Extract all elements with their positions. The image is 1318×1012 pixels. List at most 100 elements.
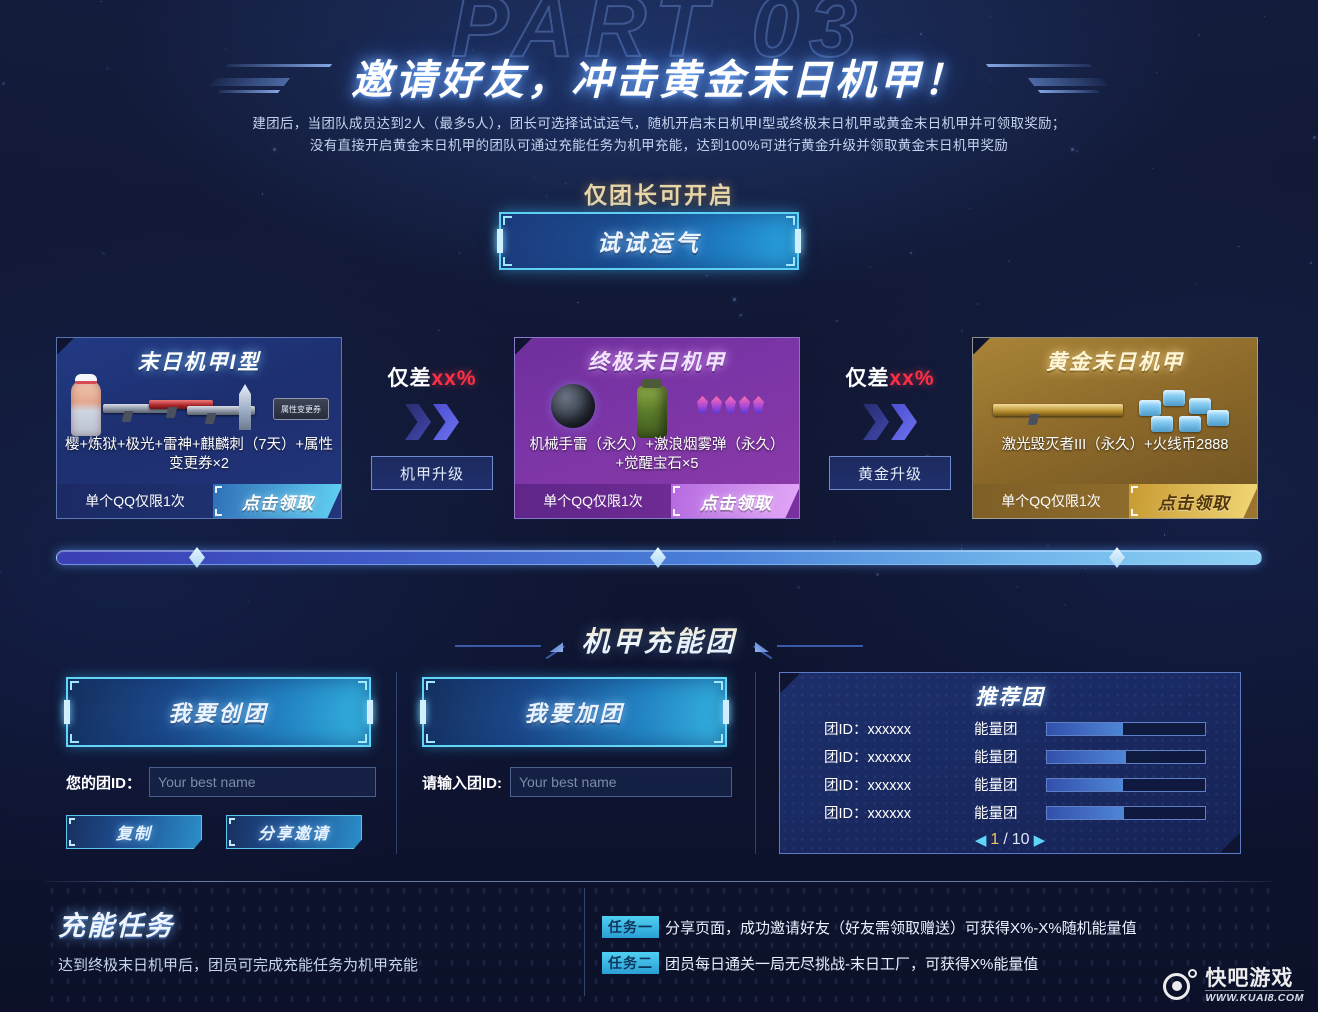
gap-prefix: 仅差 <box>845 367 890 390</box>
gap-value: xx% <box>431 367 477 390</box>
recommended-teams-title: 推荐团 <box>975 686 1045 709</box>
energy-bar <box>1046 749 1206 764</box>
recommended-teams-panel: 推荐团 团ID：xxxxxx 能量团 团ID：xxxxxx 能量团 团ID：xx… <box>779 672 1241 854</box>
watermark-name: 快吧游戏 <box>1205 967 1294 990</box>
claim-label: 点击领取 <box>700 493 772 513</box>
golden-upgrade-label: 黄金升级 <box>857 465 922 483</box>
join-team-id-input[interactable] <box>510 767 732 797</box>
description-line-1: 建团后，当团队成员达到2人（最多5人），团长可选择试试运气，随机开启末日机甲I型… <box>252 116 1066 131</box>
watermark: 快吧游戏 WWW.KUAI8.COM <box>1163 967 1304 1004</box>
claim-button[interactable]: 点击领取 <box>1129 484 1257 518</box>
team-id-value: 团ID：xxxxxx <box>824 778 911 794</box>
team-tag: 能量团 <box>974 806 1018 822</box>
recommended-team-row[interactable]: 团ID：xxxxxx 能量团 <box>824 774 1240 795</box>
notch-icon <box>497 229 503 253</box>
kuai8-logo-icon <box>1163 968 1198 1003</box>
recommended-team-row[interactable]: 团ID：xxxxxx 能量团 <box>824 718 1240 739</box>
team-id-value: 团ID：xxxxxx <box>824 722 911 738</box>
leader-only-label: 仅团长可开启 <box>584 182 734 208</box>
claim-button[interactable]: 点击领取 <box>671 484 799 518</box>
headline-row: 邀请好友，冲击黄金末日机甲！ <box>0 46 1318 106</box>
join-team-panel: 我要加团 请输入团ID: <box>420 677 732 797</box>
card-description: 樱+炼狱+极光+雷神+麒麟刺（7天）+属性变更券×2 <box>65 437 333 472</box>
notch-icon <box>795 229 801 253</box>
prev-page-icon[interactable]: ◀ <box>975 831 987 849</box>
try-luck-label: 试试运气 <box>597 230 701 256</box>
reward-card-mecha-i[interactable]: 末日机甲I型 属性变更券 樱+炼狱+极光+雷神+麒麟刺（7天）+属性变更券×2 … <box>56 337 342 519</box>
team-id-value: 团ID：xxxxxx <box>824 806 911 822</box>
blade-icon <box>239 384 251 430</box>
corner-icon <box>1131 509 1138 516</box>
next-page-icon[interactable]: ▶ <box>1034 831 1046 849</box>
card-limit-note: 单个QQ仅限1次 <box>1001 493 1101 509</box>
card-title: 终极末日机甲 <box>588 351 726 374</box>
copy-button[interactable]: 复制 <box>66 815 202 849</box>
team-tag: 能量团 <box>974 778 1018 794</box>
card-footer: 单个QQ仅限1次 点击领取 <box>57 484 341 518</box>
corner-icon <box>426 681 435 690</box>
notch-icon <box>367 700 373 724</box>
section-decoration-right <box>752 629 863 660</box>
task-item: 任务二 团员每日通关一局无尽挑战-末日工厂，可获得X%能量值 <box>602 952 1038 974</box>
corner-icon <box>70 734 79 743</box>
team-actions: 复制 分享邀请 <box>66 815 376 849</box>
gap-prefix: 仅差 <box>387 367 432 390</box>
card-artwork: 属性变更券 <box>57 374 341 442</box>
corner-icon <box>786 216 795 225</box>
claim-label: 点击领取 <box>242 493 314 513</box>
description-line-2: 没有直接开启黄金末日机甲的团队可通过充能任务为机甲充能，达到100%可进行黄金升… <box>309 138 1009 153</box>
join-team-button[interactable]: 我要加团 <box>420 677 729 747</box>
reward-card-golden-mecha[interactable]: 黄金末日机甲 激光毁灭者III（永久）+火线币2888 单个QQ仅限1次 点击领… <box>972 337 1258 519</box>
task-text: 分享页面，成功邀请好友（好友需领取赠送）可获得X%-X%随机能量值 <box>665 919 1137 937</box>
team-id-label: 您的团ID： <box>66 774 142 792</box>
section-texture <box>44 882 1274 1008</box>
create-team-panel: 我要创团 您的团ID： 复制 分享邀请 <box>64 677 376 849</box>
reward-card-ultimate-mecha[interactable]: 终极末日机甲 机械手雷（永久）+激浪烟雾弹（永久）+觉醒宝石×5 单个QQ仅限1… <box>514 337 800 519</box>
create-team-button[interactable]: 我要创团 <box>64 677 373 747</box>
try-luck-button[interactable]: 试试运气 <box>497 212 801 270</box>
team-id-value: 团ID：xxxxxx <box>824 750 911 766</box>
watermark-url: WWW.KUAI8.COM <box>1205 990 1304 1004</box>
corner-icon <box>358 734 367 743</box>
corner-icon <box>215 486 222 493</box>
team-id-input[interactable] <box>149 767 376 797</box>
page-separator: / <box>1003 831 1008 848</box>
progress-gap-label: 仅差xx% <box>352 362 512 392</box>
team-id-row: 您的团ID： <box>66 767 376 797</box>
card-footer: 单个QQ仅限1次 点击领取 <box>973 484 1257 518</box>
vertical-divider <box>396 672 397 854</box>
energy-bar <box>1046 777 1206 792</box>
current-page: 1 <box>990 831 1000 848</box>
corner-icon <box>503 216 512 225</box>
progress-rail <box>56 546 1262 568</box>
recommended-team-row[interactable]: 团ID：xxxxxx 能量团 <box>824 746 1240 767</box>
copy-label: 复制 <box>115 826 152 843</box>
section-decoration-left <box>455 629 566 660</box>
share-invite-button[interactable]: 分享邀请 <box>226 815 362 849</box>
vertical-divider <box>584 888 585 996</box>
mecha-upgrade-button[interactable]: 机甲升级 <box>371 456 493 490</box>
upgrade-connector-1: 仅差xx% 机甲升级 <box>352 362 512 490</box>
recommended-team-row[interactable]: 团ID：xxxxxx 能量团 <box>824 802 1240 823</box>
laser-rifle-icon <box>993 404 1123 425</box>
page-title: 邀请好友，冲击黄金末日机甲！ <box>351 57 967 103</box>
corner-icon <box>69 840 75 846</box>
corner-icon <box>70 681 79 690</box>
claim-label: 点击领取 <box>1158 493 1230 513</box>
card-description: 机械手雷（永久）+激浪烟雾弹（永久）+觉醒宝石×5 <box>529 437 785 472</box>
section-title: 机甲充能团 <box>581 620 736 660</box>
energy-bar-fill <box>1047 750 1126 763</box>
total-pages: 10 <box>1011 831 1030 848</box>
charge-tasks-section: 充能任务 达到终极末日机甲后，团员可完成充能任务为机甲充能 任务一 分享页面，成… <box>44 882 1274 1008</box>
corner-icon <box>229 840 235 846</box>
corner-icon <box>673 486 680 493</box>
notch-icon <box>64 700 70 724</box>
smoke-canister-icon <box>637 379 667 438</box>
claim-button[interactable]: 点击领取 <box>213 484 341 518</box>
join-team-id-label: 请输入团ID: <box>422 774 502 792</box>
character-icon <box>71 374 101 436</box>
create-team-label: 我要创团 <box>168 701 269 726</box>
energy-bar-fill <box>1047 806 1125 819</box>
corner-icon <box>229 818 235 824</box>
golden-upgrade-button[interactable]: 黄金升级 <box>829 456 951 490</box>
